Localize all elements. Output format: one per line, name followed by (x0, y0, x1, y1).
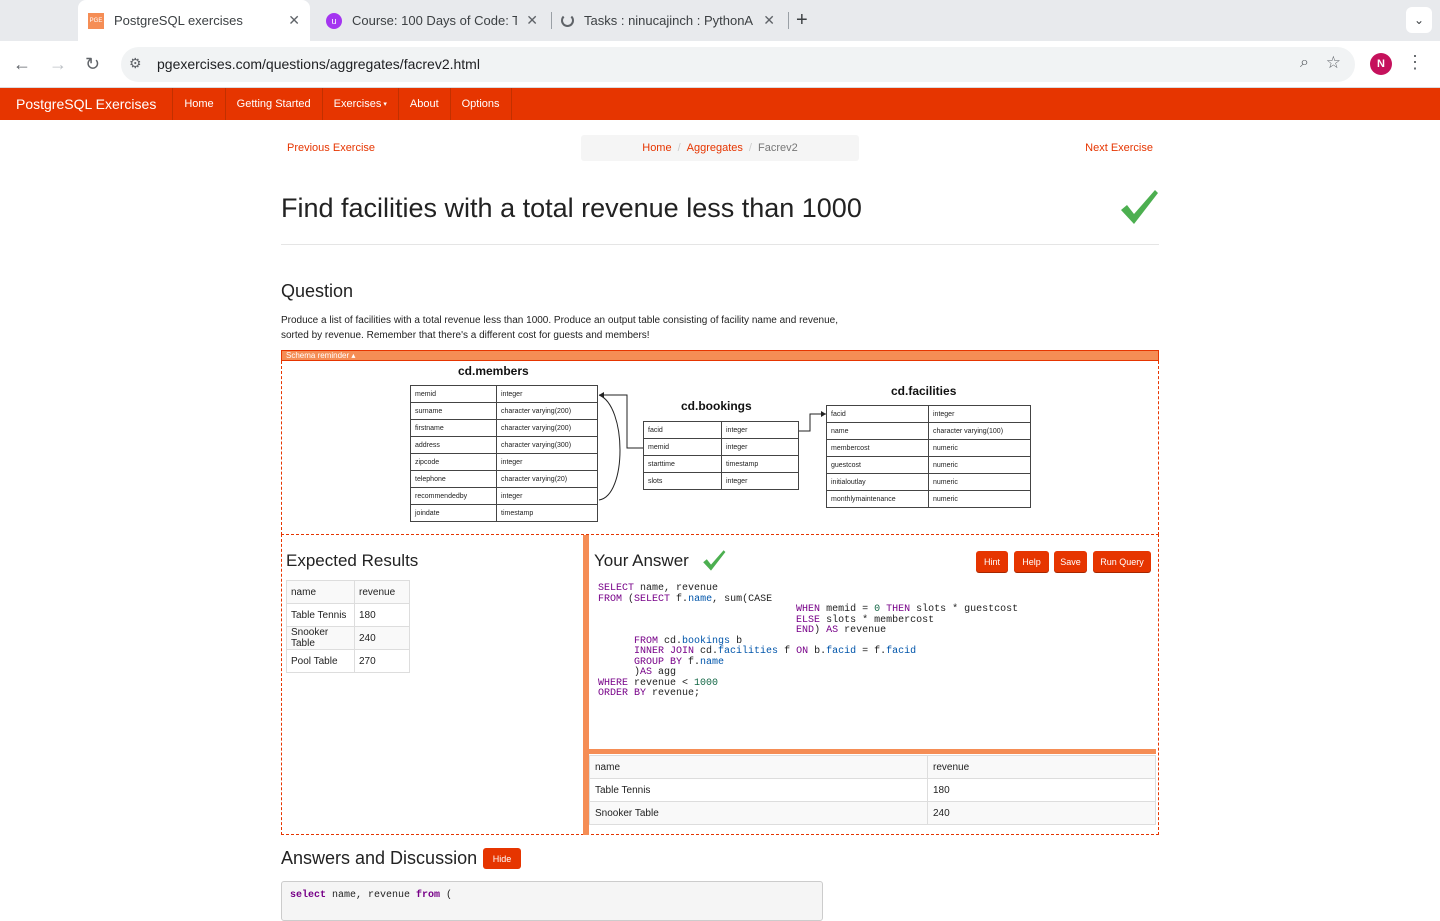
hide-button[interactable]: Hide (483, 848, 521, 869)
answers-discussion-heading: Answers and Discussion (281, 848, 478, 868)
address-bar[interactable]: ⚙ pgexercises.com/questions/aggregates/f… (121, 47, 1355, 82)
nav-exercises-label: Exercises (333, 98, 382, 110)
next-exercise-link[interactable]: Next Exercise (1085, 142, 1153, 154)
table-cell: 180 (927, 778, 1156, 802)
table-cell: revenue (354, 580, 410, 604)
breadcrumb: Home / Aggregates / Facrev2 (581, 135, 859, 161)
code-keyword: from (416, 890, 441, 901)
tab-separator (788, 12, 789, 29)
tab-separator (551, 12, 552, 29)
table-row: name revenue (589, 755, 1156, 779)
table-cell: revenue (927, 755, 1156, 779)
schema-diagram: cd.members memid integer surname character … (281, 361, 1159, 535)
table-cell: Snooker Table (286, 626, 355, 650)
breadcrumb-separator: / (748, 142, 752, 154)
breadcrumb-current: Facrev2 (757, 142, 798, 154)
table-cell: 240 (927, 801, 1156, 825)
table-row: Table Tennis 180 (589, 778, 1156, 802)
breadcrumb-separator: / (677, 142, 681, 154)
nav-exercises[interactable]: Exercises ▾ (323, 88, 399, 120)
your-answer-heading: Your Answer (594, 551, 689, 570)
tab-tasks[interactable]: Tasks : ninucajinch : PythonA ✕ (553, 0, 785, 41)
bookmark-star-icon[interactable]: ☆ (1326, 53, 1341, 73)
expected-results-heading: Expected Results (286, 551, 419, 570)
relation-arrows (598, 392, 826, 501)
results-panel: Expected Results name revenue Table Tennis… (281, 534, 1159, 835)
table-cell: name (286, 580, 355, 604)
close-icon[interactable]: ✕ (526, 12, 538, 29)
caret-down-icon: ▾ (383, 101, 387, 108)
completed-check-icon (1121, 190, 1158, 224)
table-row: Snooker Table 240 (286, 626, 410, 650)
udemy-icon: u (326, 12, 342, 29)
url-text[interactable]: pgexercises.com/questions/aggregates/fac… (157, 56, 480, 72)
tab-postgresql[interactable]: PGE PostgreSQL exercises ✕ (78, 0, 310, 41)
back-arrow-icon[interactable]: ← (13, 54, 31, 75)
loading-icon (561, 14, 574, 27)
site-navbar: PostgreSQL Exercises Home Getting Starte… (0, 88, 1440, 120)
forward-arrow-icon[interactable]: → (49, 54, 67, 75)
expected-results-table: name revenue Table Tennis 180 Snooker Table 2… (286, 580, 410, 673)
previous-exercise-link[interactable]: Previous Exercise (287, 142, 375, 154)
new-tab-plus-icon[interactable]: + (796, 9, 808, 32)
breadcrumb-aggregates[interactable]: Aggregates (687, 142, 743, 154)
nav-about[interactable]: About (399, 88, 451, 120)
help-button[interactable]: Help (1014, 551, 1049, 572)
save-button[interactable]: Save (1054, 551, 1087, 572)
close-icon[interactable]: ✕ (288, 12, 300, 29)
table-cell: 180 (354, 603, 410, 627)
close-icon[interactable]: ✕ (763, 12, 775, 29)
tab-title: Course: 100 Days of Code: Th (352, 13, 517, 28)
tab-title: Tasks : ninucajinch : PythonA (584, 13, 754, 28)
table-row: Pool Table 270 (286, 649, 410, 673)
browser-tab-bar: PGE PostgreSQL exercises ✕ u Course: 100… (0, 0, 1440, 41)
zoom-icon[interactable]: ⌕ (1300, 54, 1309, 72)
exercise-nav: Previous Exercise Home / Aggregates / Fa… (281, 120, 1159, 175)
nav-getting-started[interactable]: Getting Started (226, 88, 323, 120)
editor-resize-handle[interactable] (589, 749, 1156, 754)
sql-editor[interactable]: SELECT name, revenue FROM (SELECT f.name… (594, 580, 1156, 748)
table-cell: 270 (354, 649, 410, 673)
table-row: Table Tennis 180 (286, 603, 410, 627)
browser-toolbar: ← → ↻ ⚙ pgexercises.com/questions/aggreg… (0, 41, 1440, 88)
tab-search-chevron-icon[interactable]: ⌄ (1406, 7, 1432, 33)
title-divider (281, 244, 1159, 245)
query-output-table: name revenue Table Tennis 180 Snooker Table 2… (589, 755, 1156, 825)
table-cell: Table Tennis (589, 778, 928, 802)
page-title: Find facilities with a total revenue les… (281, 193, 862, 223)
code-text: ( (440, 890, 453, 901)
code-keyword: select (290, 890, 327, 901)
discussion-code: select name, revenue from ( (281, 881, 823, 921)
menu-kebab-icon[interactable]: ⋮ (1406, 52, 1424, 73)
table-row: name revenue (286, 580, 410, 604)
table-cell: Table Tennis (286, 603, 355, 627)
profile-avatar[interactable]: N (1370, 53, 1392, 75)
tab-title: PostgreSQL exercises (114, 13, 243, 28)
run-query-button[interactable]: Run Query (1093, 551, 1151, 572)
reload-icon[interactable]: ↻ (85, 54, 100, 75)
table-row: Snooker Table 240 (589, 801, 1156, 825)
question-heading: Question (281, 281, 354, 301)
schema-reminder-toggle[interactable]: Schema reminder ▴ (281, 350, 1159, 361)
table-cell: Snooker Table (589, 801, 928, 825)
question-text: Produce a list of facilities with a tota… (281, 315, 838, 341)
table-cell: Pool Table (286, 649, 355, 673)
table-cell: name (589, 755, 928, 779)
table-cell: 240 (354, 626, 410, 650)
site-settings-icon[interactable]: ⚙ (129, 55, 142, 72)
main-content: Previous Exercise Home / Aggregates / Fa… (281, 120, 1159, 921)
breadcrumb-home[interactable]: Home (642, 142, 671, 154)
brand-link[interactable]: PostgreSQL Exercises (0, 88, 174, 120)
pge-favicon-icon: PGE (88, 12, 104, 29)
tab-course[interactable]: u Course: 100 Days of Code: Th ✕ (318, 0, 548, 41)
code-text: name, revenue (326, 890, 417, 901)
nav-options[interactable]: Options (451, 88, 512, 120)
hint-button[interactable]: Hint (976, 551, 1008, 572)
answer-correct-check-icon (703, 550, 726, 571)
nav-home[interactable]: Home (173, 88, 226, 120)
